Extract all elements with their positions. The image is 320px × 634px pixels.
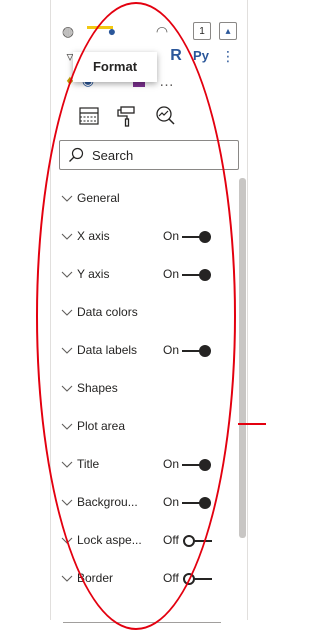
section-label: General — [77, 191, 120, 205]
gauge-icon[interactable]: ◠ — [153, 22, 171, 40]
section-label: Border — [77, 571, 114, 585]
toggle-on[interactable] — [182, 230, 212, 244]
kpi-icon[interactable]: ▴ — [219, 22, 237, 40]
section-label: Backgrou... — [77, 495, 138, 509]
chevron-down-icon — [61, 309, 73, 316]
section-label: Lock aspe... — [77, 533, 142, 547]
search-input[interactable]: Search — [59, 140, 239, 170]
decomposition-tree-icon[interactable]: ⋮ — [219, 47, 237, 65]
section-x-axis[interactable]: X axis On — [51, 218, 239, 256]
section-label: Plot area — [77, 419, 126, 433]
visualizations-pane: ◍ ● ◠ 1 ▴ ▿ R Py ⋮ ♦ ◉ … Format — [50, 0, 248, 620]
search-icon — [68, 147, 84, 163]
divider — [63, 622, 221, 623]
visual-gallery: ◍ ● ◠ 1 ▴ ▿ R Py ⋮ ♦ ◉ … — [55, 0, 245, 100]
toggle-on[interactable] — [182, 268, 212, 282]
section-label: Title — [77, 457, 100, 471]
section-border[interactable]: Border Off — [51, 560, 239, 598]
toggle-on[interactable] — [182, 344, 212, 358]
toggle-state-label: Off — [163, 533, 179, 547]
globe-map-icon[interactable]: ◍ — [59, 22, 77, 40]
section-label: Data colors — [77, 305, 138, 319]
toggle-state-label: Off — [163, 571, 179, 585]
chevron-down-icon — [61, 575, 73, 582]
toggle-state-label: On — [163, 343, 180, 357]
analytics-magnifier-icon[interactable] — [153, 104, 177, 128]
chevron-down-icon — [61, 347, 73, 354]
toggle-state-label: On — [163, 457, 180, 471]
section-label: Data labels — [77, 343, 138, 357]
section-y-axis[interactable]: Y axis On — [51, 256, 239, 294]
python-visual-icon[interactable]: Py — [189, 47, 213, 65]
pane-tabs — [77, 104, 187, 130]
chevron-down-icon — [61, 233, 73, 240]
toggle-state-label: On — [163, 229, 180, 243]
toggle-on[interactable] — [182, 458, 212, 472]
format-paint-roller-icon[interactable] — [115, 104, 139, 128]
section-data-labels[interactable]: Data labels On — [51, 332, 239, 370]
section-label: Y axis — [77, 267, 110, 281]
chevron-down-icon — [61, 423, 73, 430]
section-lock-aspect[interactable]: Lock aspe... Off — [51, 522, 239, 560]
more-visuals-icon[interactable]: … — [159, 73, 174, 90]
chevron-down-icon — [61, 195, 73, 202]
section-title[interactable]: Title On — [51, 446, 239, 484]
chevron-down-icon — [61, 385, 73, 392]
section-background[interactable]: Backgrou... On — [51, 484, 239, 522]
card-icon[interactable]: 1 — [193, 22, 211, 40]
section-label: Shapes — [77, 381, 118, 395]
chevron-down-icon — [61, 499, 73, 506]
toggle-on[interactable] — [182, 496, 212, 510]
toggle-state-label: On — [163, 495, 180, 509]
section-label: X axis — [77, 229, 110, 243]
chevron-down-icon — [61, 271, 73, 278]
toggle-off[interactable] — [182, 572, 212, 586]
section-plot-area[interactable]: Plot area — [51, 408, 239, 446]
chevron-down-icon — [61, 461, 73, 468]
section-general[interactable]: General — [51, 180, 239, 218]
active-tab-indicator — [87, 26, 113, 29]
r-visual-icon[interactable]: R — [167, 47, 185, 65]
pane-scrollbar[interactable] — [239, 178, 246, 538]
section-data-colors[interactable]: Data colors — [51, 294, 239, 332]
fields-tab-icon[interactable] — [77, 104, 101, 128]
format-tooltip: Format — [73, 52, 157, 82]
toggle-state-label: On — [163, 267, 180, 281]
filled-map-icon[interactable]: ● — [103, 22, 121, 40]
search-placeholder: Search — [92, 148, 134, 163]
section-shapes[interactable]: Shapes — [51, 370, 239, 408]
toggle-off[interactable] — [182, 534, 212, 548]
chevron-down-icon — [61, 537, 73, 544]
annotation-pointer — [238, 423, 266, 425]
